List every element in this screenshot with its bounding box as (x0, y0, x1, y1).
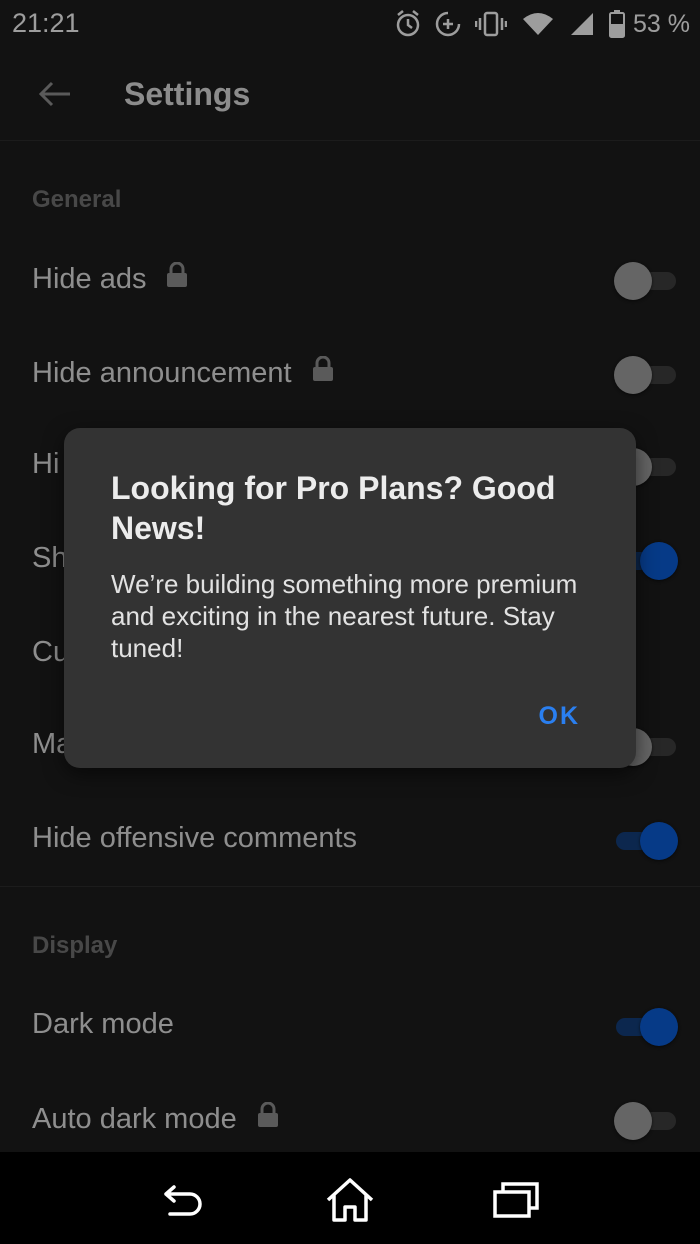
back-nav-icon (164, 1185, 202, 1216)
nav-recents-button[interactable] (486, 1172, 546, 1228)
ok-button[interactable]: OK (539, 702, 581, 731)
navigation-bar (0, 1152, 700, 1244)
nav-back-button[interactable] (154, 1172, 214, 1228)
dialog-title: Looking for Pro Plans? Good News! (111, 470, 556, 546)
nav-home-button[interactable] (320, 1172, 380, 1228)
home-icon (326, 1178, 374, 1222)
recents-icon (493, 1182, 539, 1218)
dialog-message: We’re building something more premium an… (111, 569, 578, 663)
pro-plans-dialog: Looking for Pro Plans? Good News! We’re … (64, 428, 636, 768)
